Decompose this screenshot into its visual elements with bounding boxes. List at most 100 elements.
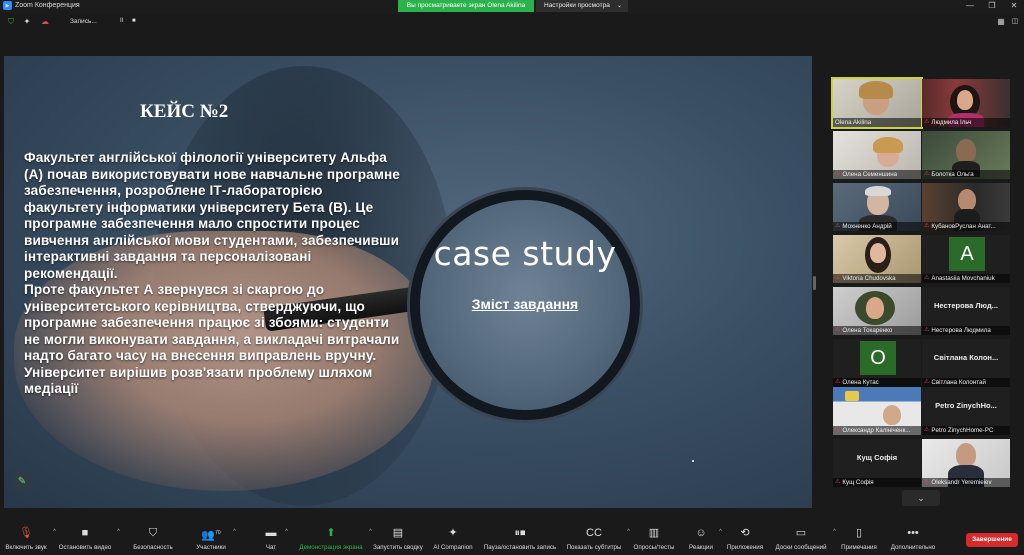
case-paragraph-2: Проте факультет А звернувся зі скаргою д…	[24, 282, 400, 396]
app-title: ▶ Zoom Конференция	[3, 1, 80, 10]
participant-tile[interactable]: ⚠ Людмила Ільч	[922, 79, 1010, 127]
gallery-scroll-down-button[interactable]: ⌄	[902, 490, 940, 506]
mic-off-icon: 🎙	[19, 527, 33, 539]
mic-muted-icon: ⚠	[924, 223, 930, 229]
participant-tile[interactable]: ⚠ Viktoria Chudovska	[833, 235, 921, 283]
participant-tile[interactable]: Olena Akilina	[831, 77, 923, 129]
summary-button[interactable]: ▤ Запустить сводку	[372, 526, 424, 554]
whiteboard-icon: ▭	[795, 527, 807, 539]
polls-button[interactable]: ▥ Опросы/тесты	[632, 526, 676, 554]
task-content-link[interactable]: Зміст завдання	[408, 296, 642, 312]
participant-tile[interactable]: ⚠ Мохненко Андрій	[833, 183, 921, 231]
participants-button[interactable]: 👥70 Участники ^	[194, 526, 236, 554]
annotate-pen-icon[interactable]: ✎	[12, 471, 32, 491]
avatar: О	[860, 341, 896, 375]
chevron-down-icon: ⌄	[616, 3, 622, 9]
restore-button[interactable]: ❐	[982, 0, 1002, 12]
video-camera-icon: ■	[81, 527, 89, 539]
share-screen-button[interactable]: ⬆ Демонстрация экрана ^	[298, 526, 372, 554]
security-button[interactable]: ⛉ Безопасность	[132, 526, 174, 554]
mic-muted-icon: ⚠	[835, 427, 841, 433]
chat-button[interactable]: ▬ Чат ^	[262, 526, 289, 554]
sparkle-icon: ✦	[448, 527, 458, 539]
case-study-text: case study	[433, 234, 617, 273]
shield-icon[interactable]: ⛉	[6, 17, 16, 27]
unmute-button[interactable]: 🎙 Включить звук ^	[4, 526, 56, 554]
meeting-toolbar: 🎙 Включить звук ^ ■ Остановить видео ^ ⛉ Безо…	[0, 523, 1024, 555]
participant-name: Олена Кутас	[842, 379, 879, 386]
participant-tile[interactable]: Petro ZinychHo... ⚠ Petro ZinychHome-PC	[922, 387, 1010, 435]
mic-muted-icon: ⚠	[924, 171, 930, 177]
mic-muted-icon: ⚠	[835, 223, 841, 229]
caret-up-icon[interactable]: ^	[833, 529, 836, 535]
caret-up-icon[interactable]: ^	[117, 529, 120, 535]
share-arrow-icon: ⬆	[326, 527, 336, 539]
smile-icon: ☺	[695, 527, 707, 539]
participant-tile[interactable]: Світлана Колон... ⚠ Світлана Колонтай	[922, 339, 1010, 387]
participant-hair	[873, 137, 903, 153]
participant-tile[interactable]: ⚠ Олена Семеншина	[833, 131, 921, 179]
participant-name: КубановРуслан Анат...	[931, 223, 996, 230]
more-button[interactable]: ••• Дополнительно	[888, 526, 938, 554]
split-handle[interactable]	[813, 276, 816, 290]
participant-tile[interactable]: Нестерова Люд... ⚠ Нестерова Людмила	[922, 287, 1010, 335]
mic-muted-icon: ⚠	[924, 275, 930, 281]
participant-tile[interactable]: ⚠ Oleksandr Yeremieiev	[922, 439, 1010, 487]
captions-button[interactable]: CC Показать субтитры ^	[566, 526, 630, 554]
caret-up-icon[interactable]: ^	[285, 529, 288, 535]
participant-name: Anastasiia Movchaniuk	[931, 275, 995, 282]
avatar: Кущ Софія	[856, 453, 898, 462]
mic-muted-icon: ⚠	[924, 427, 930, 433]
cc-icon: CC	[586, 527, 602, 539]
close-button[interactable]: ✕	[1004, 0, 1024, 12]
pause-recording-toolbar-button[interactable]: ⏸⏹ Пауза/остановить запись	[482, 526, 558, 554]
participant-face	[870, 243, 886, 263]
mic-muted-icon: ⚠	[924, 379, 930, 385]
participant-face	[956, 443, 976, 467]
apps-button[interactable]: ⟲ Приложения	[726, 526, 764, 554]
end-meeting-button[interactable]: Завершение	[966, 533, 1018, 547]
participant-name: Нестерова Людмила	[931, 327, 991, 334]
pause-recording-button[interactable]: II	[120, 18, 123, 24]
avatar: A	[949, 237, 985, 271]
ai-companion-button[interactable]: ✦ AI Companion	[432, 526, 474, 554]
caret-up-icon[interactable]: ^	[53, 529, 56, 535]
participant-face	[957, 90, 973, 110]
participant-tile[interactable]: ⚠ Олена Токаренко	[833, 287, 921, 335]
pause-stop-icon: ⏸⏹	[514, 527, 526, 539]
sparkle-icon[interactable]: ✦	[22, 17, 32, 27]
reactions-button[interactable]: ☺ Реакции ^	[688, 526, 722, 554]
caret-up-icon[interactable]: ^	[233, 529, 236, 535]
participant-name: Petro ZinychHome-PC	[931, 427, 994, 434]
caret-up-icon[interactable]: ^	[719, 529, 722, 535]
mic-muted-icon: ⚠	[835, 275, 841, 281]
participant-face	[883, 405, 901, 425]
zoom-logo-icon: ▶	[3, 1, 12, 10]
minimize-button[interactable]: —	[960, 0, 980, 12]
participant-tile[interactable]: A ⚠ Anastasiia Movchaniuk	[922, 235, 1010, 283]
window-titlebar: ▶ Zoom Конференция Вы просматриваете экр…	[0, 0, 1024, 13]
stop-recording-button[interactable]: ■	[132, 18, 136, 24]
participant-name: Світлана Колонтай	[931, 379, 986, 386]
participant-name: Олександр Калініченк...	[842, 427, 911, 434]
flag-icon	[845, 391, 859, 401]
case-title: КЕЙС №2	[140, 101, 229, 122]
mic-muted-icon: ⚠	[924, 479, 930, 485]
recording-label: Запись...	[70, 18, 97, 25]
participant-tile[interactable]: О ⚠ Олена Кутас	[833, 339, 921, 387]
grid-view-icon[interactable]: ▦	[996, 17, 1006, 27]
view-options-button[interactable]: Настройки просмотра ⌄	[536, 0, 628, 12]
participant-tile[interactable]: ⚠ КубановРуслан Анат...	[922, 183, 1010, 231]
caret-up-icon[interactable]: ^	[627, 529, 630, 535]
stop-video-button[interactable]: ■ Остановить видео ^	[58, 526, 120, 554]
participant-tile[interactable]: Кущ Софія ⚠ Кущ Софія	[833, 439, 921, 487]
notes-button[interactable]: ▯ Примечания	[840, 526, 878, 554]
participant-hair	[865, 186, 891, 196]
participant-tile[interactable]: ⚠ Болотка Ольга	[922, 131, 1010, 179]
view-toggle-icon[interactable]: ◫	[1010, 17, 1020, 27]
participant-hair	[859, 81, 893, 99]
mic-muted-icon: ⚠	[835, 479, 841, 485]
participant-tile[interactable]: ⚠ Олександр Калініченк...	[833, 387, 921, 435]
whiteboards-button[interactable]: ▭ Доски сообщений ^	[774, 526, 836, 554]
cloud-record-icon[interactable]: ☁	[40, 17, 50, 27]
